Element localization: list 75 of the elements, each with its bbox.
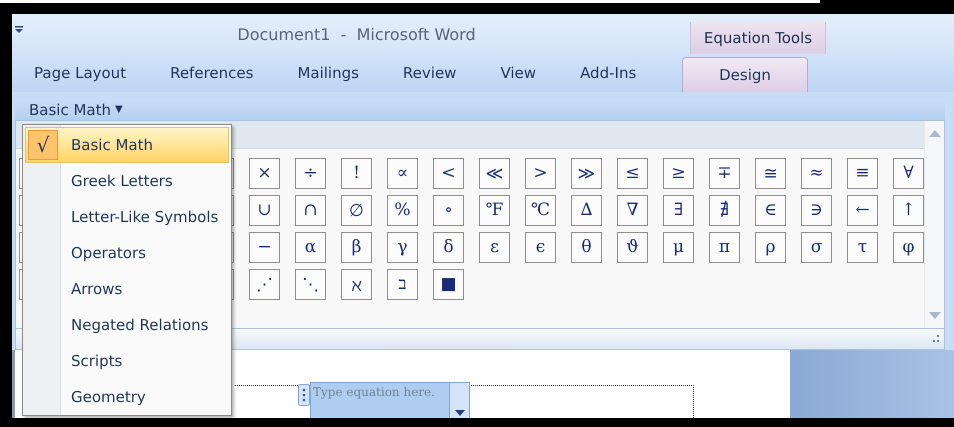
- symbol-button[interactable]: ∘: [433, 194, 464, 226]
- symbol-button[interactable]: ≈: [801, 158, 832, 189]
- symbol-button[interactable]: ∇: [617, 194, 648, 226]
- symbol-button[interactable]: ⋱: [295, 268, 326, 300]
- symbol-button[interactable]: ←: [847, 194, 878, 226]
- symbol-button[interactable]: ∝: [387, 158, 418, 189]
- symbol-button[interactable]: !: [341, 158, 372, 189]
- symbol-button[interactable]: ב: [387, 268, 418, 300]
- menu-item[interactable]: Geometry: [25, 379, 229, 415]
- menu-item[interactable]: Greek Letters: [25, 163, 229, 199]
- symbol-button[interactable]: ÷: [295, 158, 326, 189]
- symbol-button[interactable]: φ: [893, 232, 924, 263]
- symbol-button[interactable]: ≤: [617, 158, 648, 189]
- menu-item[interactable]: √ Basic Math: [25, 127, 229, 163]
- window-title: Document1 - Microsoft Word: [236, 24, 477, 46]
- ribbon-tab[interactable]: Design: [682, 57, 808, 92]
- menu-item[interactable]: Letter-Like Symbols: [25, 199, 229, 235]
- symbol-button[interactable]: <: [433, 158, 464, 189]
- symbol-button[interactable]: ∃: [663, 194, 694, 226]
- menu-item[interactable]: Operators: [25, 235, 229, 271]
- symbol-button[interactable]: >: [525, 158, 556, 189]
- symbol-button[interactable]: ■: [433, 268, 464, 300]
- symbol-button[interactable]: ∀: [893, 158, 924, 189]
- symbol-button[interactable]: ⋰: [249, 268, 280, 300]
- check-icon: √: [28, 130, 58, 160]
- symbol-button[interactable]: ∆: [571, 194, 602, 226]
- ribbon-tab[interactable]: Page Layout: [12, 54, 148, 92]
- symbol-button[interactable]: ↑: [893, 194, 924, 226]
- symbol-button[interactable]: ℉: [479, 194, 510, 226]
- symbol-button[interactable]: ≡: [847, 158, 878, 189]
- symbol-button[interactable]: ∄: [709, 194, 740, 226]
- symbol-button[interactable]: π: [709, 232, 740, 263]
- symbol-button[interactable]: μ: [663, 232, 694, 263]
- symbol-button[interactable]: γ: [387, 232, 418, 263]
- symbol-button[interactable]: ∋: [801, 194, 832, 226]
- ribbon-tab[interactable]: Mailings: [275, 54, 381, 92]
- quick-access-icon[interactable]: [15, 26, 23, 34]
- symbol-button[interactable]: θ: [571, 232, 602, 263]
- menu-item[interactable]: Negated Relations: [25, 307, 229, 343]
- contextual-tab-group: Equation Tools: [690, 22, 826, 54]
- symbol-button[interactable]: ϵ: [525, 232, 556, 263]
- symbol-button[interactable]: ϑ: [617, 232, 648, 263]
- category-dropdown[interactable]: Basic Math ▼: [29, 100, 123, 119]
- symbol-button[interactable]: ×: [249, 158, 280, 189]
- symbol-button[interactable]: ∓: [709, 158, 740, 189]
- equation-field[interactable]: Type equation here.: [310, 382, 450, 418]
- symbol-button[interactable]: ∈: [755, 194, 786, 226]
- ribbon-tab[interactable]: References: [148, 54, 276, 92]
- symbol-button[interactable]: %: [387, 194, 418, 226]
- menu-item[interactable]: Arrows: [25, 271, 229, 307]
- equation-handle-icon[interactable]: [298, 384, 310, 406]
- symbol-button[interactable]: β: [341, 232, 372, 263]
- symbol-button[interactable]: α: [295, 232, 326, 263]
- ribbon-tab[interactable]: Add-Ins: [558, 54, 658, 92]
- menu-item[interactable]: Scripts: [25, 343, 229, 379]
- symbol-button[interactable]: ρ: [755, 232, 786, 263]
- symbol-button[interactable]: ≪: [479, 158, 510, 189]
- symbol-button[interactable]: ≫: [571, 158, 602, 189]
- symbol-button[interactable]: ≅: [755, 158, 786, 189]
- resize-grip-icon[interactable]: [932, 335, 940, 344]
- symbol-button[interactable]: ∩: [295, 194, 326, 226]
- symbol-button[interactable]: ε: [479, 232, 510, 263]
- ribbon-tab[interactable]: View: [478, 54, 558, 92]
- symbol-button[interactable]: −: [249, 232, 280, 263]
- equation-dropdown-button[interactable]: [450, 382, 470, 418]
- symbol-button[interactable]: ∪: [249, 194, 280, 226]
- symbol-button[interactable]: ℃: [525, 194, 556, 226]
- symbol-button[interactable]: σ: [801, 232, 832, 263]
- symbol-button[interactable]: ℵ: [341, 268, 372, 300]
- symbol-button[interactable]: τ: [847, 232, 878, 263]
- symbol-button[interactable]: ≥: [663, 158, 694, 189]
- symbol-button[interactable]: δ: [433, 232, 464, 263]
- ribbon-tab[interactable]: Review: [380, 54, 478, 92]
- symbol-button[interactable]: ∅: [341, 194, 372, 226]
- caret-icon: [454, 409, 464, 417]
